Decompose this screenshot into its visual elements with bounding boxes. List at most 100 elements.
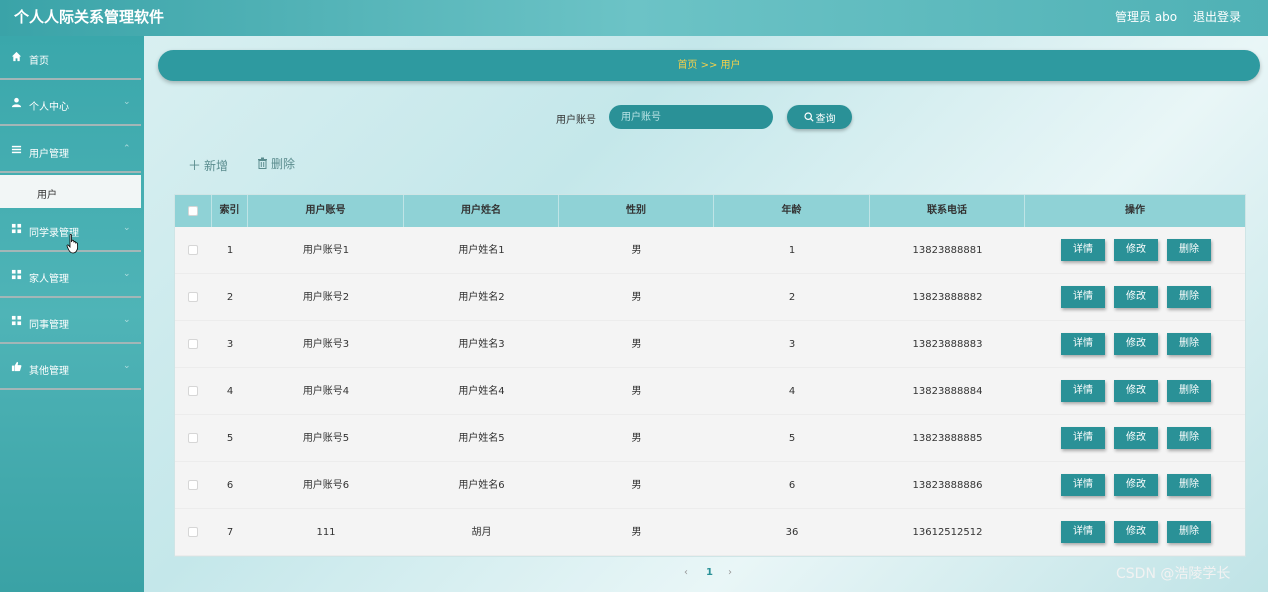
cell-phone: 13823888881 xyxy=(912,245,983,256)
detail-button[interactable]: 详情 xyxy=(1061,521,1105,543)
row-checkbox[interactable] xyxy=(188,527,198,537)
chevron-down-icon: ⌄ xyxy=(123,223,131,233)
cell-index: 2 xyxy=(226,292,234,303)
row-checkbox[interactable] xyxy=(188,339,198,349)
sidebar-item-label: 首页 xyxy=(29,56,49,67)
detail-button[interactable]: 详情 xyxy=(1061,286,1105,308)
cell-phone: 13612512512 xyxy=(912,527,983,538)
chevron-down-icon: ⌄ xyxy=(123,361,131,371)
table-row: 5 用户账号5 用户姓名5 男 5 13823888885 详情 修改 删除 xyxy=(175,415,1245,462)
watermark: CSDN @浩陵学长 xyxy=(1116,566,1231,582)
search-button-label: 查询 xyxy=(815,113,836,125)
table-row: 7 111 胡月 男 36 13612512512 详情 修改 删除 xyxy=(175,509,1245,556)
detail-button[interactable]: 详情 xyxy=(1061,380,1105,402)
row-checkbox[interactable] xyxy=(188,433,198,443)
column-header-phone: 联系电话 xyxy=(870,195,1025,227)
pagination-prev[interactable]: ‹ xyxy=(684,567,688,578)
row-checkbox[interactable] xyxy=(188,386,198,396)
sidebar-item-user-management[interactable]: 用户管理 ⌃ xyxy=(0,129,141,173)
cell-phone: 13823888886 xyxy=(912,480,983,491)
cell-account: 用户账号2 xyxy=(302,292,350,303)
cell-phone: 13823888885 xyxy=(912,433,983,444)
column-header-age: 年龄 xyxy=(714,195,870,227)
add-button-label: 新增 xyxy=(204,159,229,173)
row-checkbox[interactable] xyxy=(188,480,198,490)
grid-icon xyxy=(11,269,22,280)
pagination-next[interactable]: › xyxy=(728,567,732,578)
cell-name: 胡月 xyxy=(471,527,492,538)
delete-button[interactable]: 删除 xyxy=(1167,380,1211,402)
cell-account: 111 xyxy=(316,527,336,538)
edit-button[interactable]: 修改 xyxy=(1114,286,1158,308)
cell-index: 7 xyxy=(226,527,234,538)
sidebar-item-home[interactable]: 首页 xyxy=(0,36,141,80)
sidebar-item-colleagues[interactable]: 同事管理 ⌄ xyxy=(0,300,141,344)
delete-button[interactable]: 删除 xyxy=(1167,239,1211,261)
cell-gender: 男 xyxy=(631,527,642,538)
cell-gender: 男 xyxy=(631,386,642,397)
search-label: 用户账号 xyxy=(556,115,596,126)
delete-button[interactable]: 删除 xyxy=(1167,333,1211,355)
edit-button[interactable]: 修改 xyxy=(1114,333,1158,355)
cell-gender: 男 xyxy=(631,433,642,444)
cell-name: 用户姓名2 xyxy=(458,292,505,303)
sidebar-item-family[interactable]: 家人管理 ⌄ xyxy=(0,254,141,298)
sidebar-subitem-label: 用户 xyxy=(37,190,57,201)
grid-icon xyxy=(11,223,22,234)
search-input[interactable] xyxy=(609,105,773,129)
logout-link[interactable]: 退出登录 xyxy=(1193,8,1241,25)
select-all-cell xyxy=(175,195,212,227)
pagination-current[interactable]: 1 xyxy=(706,567,713,578)
cell-account: 用户账号6 xyxy=(302,480,350,491)
grid-icon xyxy=(11,315,22,326)
row-checkbox[interactable] xyxy=(188,245,198,255)
plus-icon: ＋ xyxy=(188,159,202,174)
cell-age: 5 xyxy=(788,433,796,444)
column-header-index: 索引 xyxy=(212,195,248,227)
table-row: 4 用户账号4 用户姓名4 男 4 13823888884 详情 修改 删除 xyxy=(175,368,1245,415)
edit-button[interactable]: 修改 xyxy=(1114,474,1158,496)
cell-age: 3 xyxy=(788,339,796,350)
detail-button[interactable]: 详情 xyxy=(1061,333,1105,355)
row-checkbox[interactable] xyxy=(188,292,198,302)
select-all-checkbox[interactable] xyxy=(188,206,198,216)
table-row: 3 用户账号3 用户姓名3 男 3 13823888883 详情 修改 删除 xyxy=(175,321,1245,368)
sidebar-item-label: 用户管理 xyxy=(29,149,69,160)
edit-button[interactable]: 修改 xyxy=(1114,521,1158,543)
sidebar-subitem-user[interactable]: 用户 xyxy=(0,175,141,208)
delete-button[interactable]: 删除 xyxy=(1167,427,1211,449)
cell-age: 1 xyxy=(788,245,796,256)
column-header-actions: 操作 xyxy=(1125,205,1145,216)
cell-phone: 13823888882 xyxy=(912,292,983,303)
detail-button[interactable]: 详情 xyxy=(1061,474,1105,496)
table-row: 1 用户账号1 用户姓名1 男 1 13823888881 详情 修改 删除 xyxy=(175,227,1245,274)
table-row: 2 用户账号2 用户姓名2 男 2 13823888882 详情 修改 删除 xyxy=(175,274,1245,321)
cell-age: 2 xyxy=(788,292,796,303)
sidebar-item-others[interactable]: 其他管理 ⌄ xyxy=(0,346,141,390)
table-header: 索引 用户账号 用户姓名 性别 年龄 联系电话 操作 xyxy=(175,195,1245,227)
cell-age: 6 xyxy=(788,480,796,491)
search-button[interactable]: 查询 xyxy=(787,105,852,129)
cell-account: 用户账号4 xyxy=(302,386,350,397)
cell-account: 用户账号1 xyxy=(302,245,350,256)
sidebar-item-profile[interactable]: 个人中心 ⌄ xyxy=(0,82,141,126)
edit-button[interactable]: 修改 xyxy=(1114,239,1158,261)
bulk-delete-button[interactable]: 删除 xyxy=(257,155,295,172)
detail-button[interactable]: 详情 xyxy=(1061,239,1105,261)
hand-cursor-icon xyxy=(66,234,79,254)
delete-button[interactable]: 删除 xyxy=(1167,521,1211,543)
cell-index: 5 xyxy=(226,433,234,444)
add-button[interactable]: ＋新增 xyxy=(188,155,228,174)
cell-index: 1 xyxy=(226,245,234,256)
home-icon xyxy=(11,51,22,62)
edit-button[interactable]: 修改 xyxy=(1114,427,1158,449)
top-bar: 个人人际关系管理软件 管理员 abo 退出登录 xyxy=(0,0,1268,36)
edit-button[interactable]: 修改 xyxy=(1114,380,1158,402)
sidebar: 首页 个人中心 ⌄ 用户管理 ⌃ 用户 同学录管理 ⌄ 家人管理 ⌄ 同事管理 … xyxy=(0,36,144,592)
chevron-down-icon: ⌄ xyxy=(123,315,131,325)
detail-button[interactable]: 详情 xyxy=(1061,427,1105,449)
delete-button[interactable]: 删除 xyxy=(1167,286,1211,308)
cell-name: 用户姓名6 xyxy=(458,480,505,491)
delete-button[interactable]: 删除 xyxy=(1167,474,1211,496)
cell-phone: 13823888884 xyxy=(912,386,983,397)
